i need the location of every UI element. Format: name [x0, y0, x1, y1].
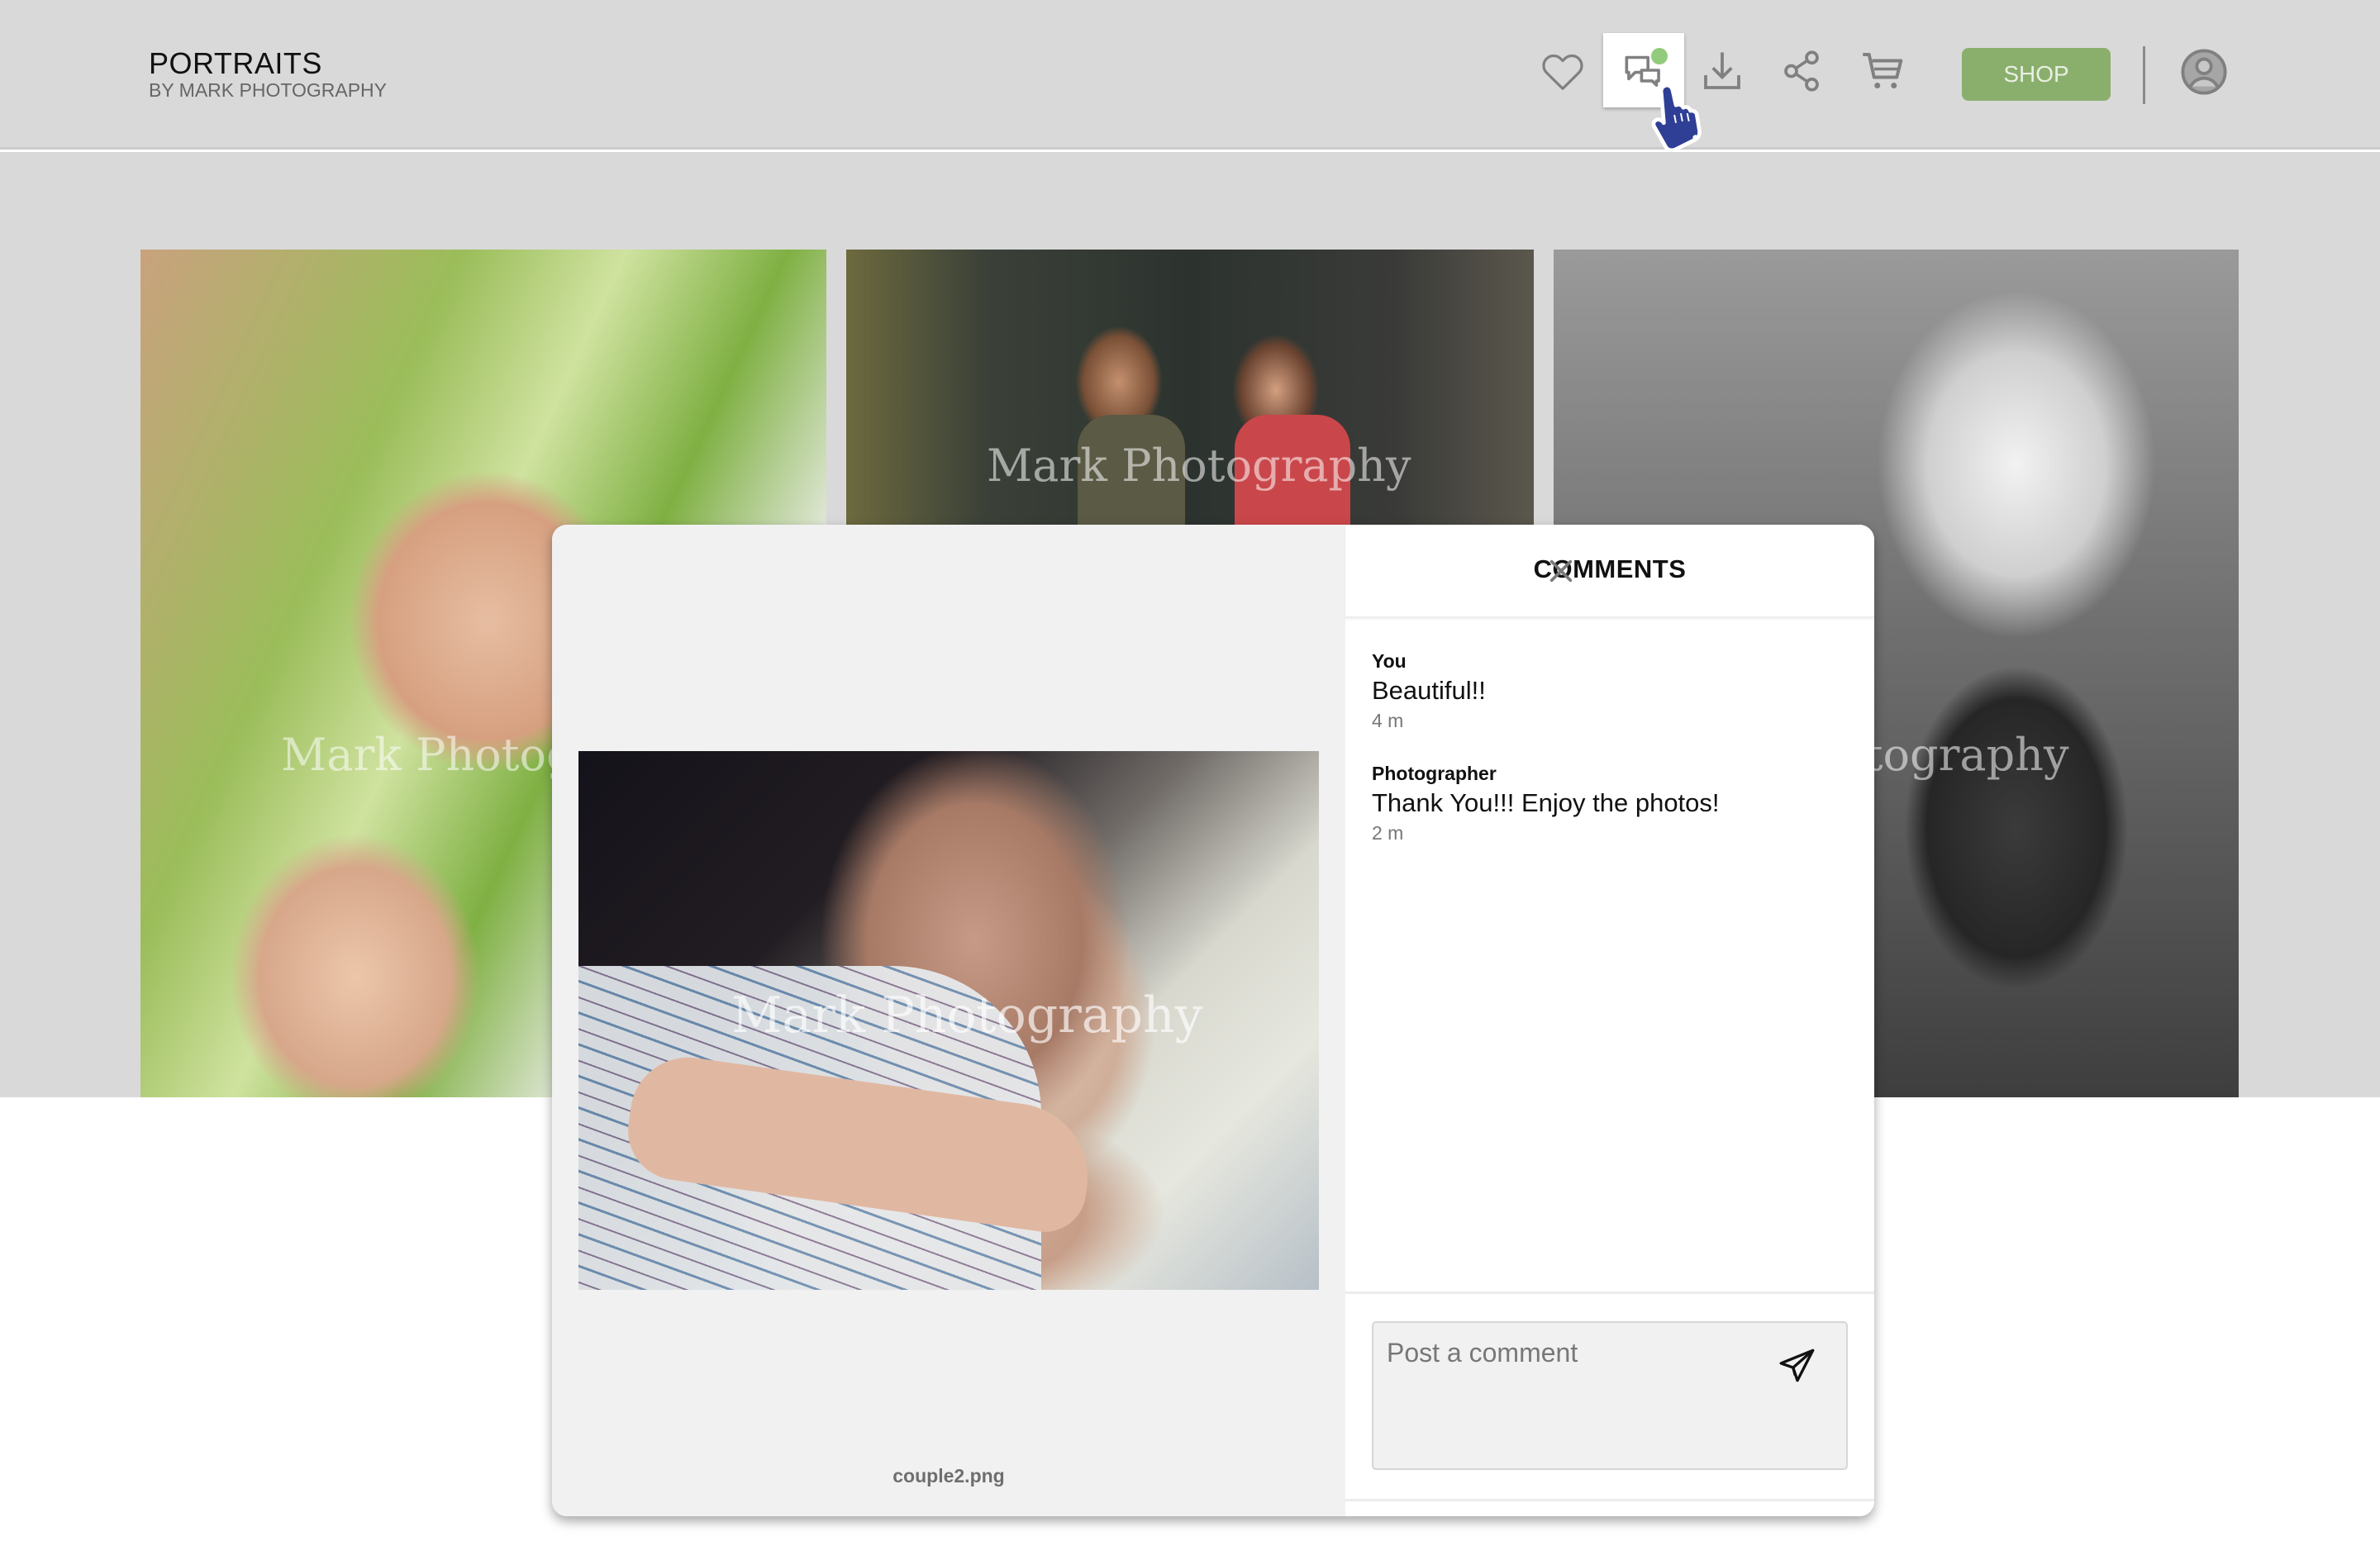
photo-filename: couple2.png	[892, 1465, 1005, 1487]
comments-panel: COMMENTS You Beautiful!! 4 m Photographe…	[1345, 525, 1874, 1516]
favorite-button[interactable]	[1531, 40, 1594, 102]
hand-pointer-cursor-icon	[1651, 83, 1702, 153]
comment-composer	[1345, 1292, 1874, 1501]
comment-time: 4 m	[1372, 710, 1404, 731]
cart-button[interactable]	[1851, 40, 1914, 102]
share-button[interactable]	[1770, 40, 1833, 102]
send-paper-plane-icon	[1779, 1349, 1815, 1382]
comments-title: COMMENTS	[1533, 554, 1687, 583]
heart-icon	[1542, 54, 1583, 90]
close-icon	[1549, 559, 1573, 583]
user-avatar-icon	[2181, 49, 2227, 95]
photo-viewer: Mark Photography couple2.png	[552, 525, 1345, 1516]
close-modal-button[interactable]	[1540, 550, 1582, 592]
photo-watermark: Mark Photography	[987, 440, 1411, 492]
cart-icon	[1863, 53, 1903, 88]
account-button[interactable]	[2180, 48, 2228, 96]
comments-header: COMMENTS	[1345, 525, 1874, 618]
selected-photo: Mark Photography	[578, 751, 1319, 1290]
send-comment-button[interactable]	[1777, 1345, 1823, 1391]
comment-author: Photographer	[1372, 763, 1497, 784]
notification-dot	[1651, 48, 1668, 64]
comment-input[interactable]	[1372, 1321, 1848, 1470]
page: PORTRAITS BY MARK PHOTOGRAPHY SHOP Mark …	[0, 0, 2380, 1546]
top-header: PORTRAITS BY MARK PHOTOGRAPHY SHOP	[0, 0, 2380, 153]
gallery-title: PORTRAITS	[149, 46, 322, 80]
comment-list: You Beautiful!! 4 m Photographer Thank Y…	[1372, 649, 1851, 873]
share-icon	[1784, 50, 1819, 92]
comment-author: You	[1372, 650, 1407, 672]
comment-item: You Beautiful!! 4 m	[1372, 649, 1851, 733]
comments-modal: Mark Photography couple2.png COMMENTS Yo…	[552, 525, 1874, 1516]
header-divider	[2143, 46, 2145, 104]
comment-text: Beautiful!!	[1372, 676, 1486, 705]
comment-item: Photographer Thank You!!! Enjoy the phot…	[1372, 761, 1851, 845]
shop-button[interactable]: SHOP	[1962, 48, 2111, 101]
photo-watermark: Mark Photography	[731, 987, 1203, 1044]
comment-text: Thank You!!! Enjoy the photos!	[1372, 788, 1720, 817]
gallery-subtitle: BY MARK PHOTOGRAPHY	[149, 79, 387, 101]
comment-time: 2 m	[1372, 822, 1404, 844]
